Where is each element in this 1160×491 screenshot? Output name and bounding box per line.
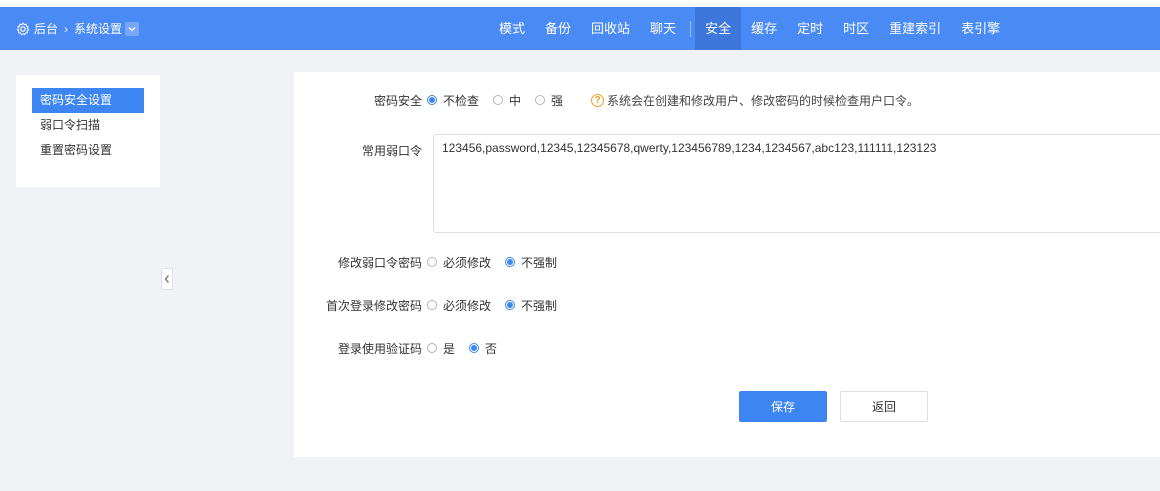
breadcrumb: 后台 › 系统设置 <box>16 7 140 50</box>
captcha-label: 登录使用验证码 <box>337 341 422 356</box>
sidebar-item-weak-scan[interactable]: 弱口令扫描 <box>32 113 144 138</box>
settings-form: 密码安全 不检查 中 强 ? 系统会在创建和修改用户、修改密码的时候检查用户口令… <box>294 72 1160 457</box>
radio-medium[interactable]: 中 <box>493 92 521 109</box>
nav-schedule[interactable]: 定时 <box>787 7 833 50</box>
radio-must-change[interactable]: 必须修改 <box>427 254 491 271</box>
nav-divider <box>690 20 692 37</box>
radio-captcha-no[interactable]: 否 <box>469 340 497 357</box>
radio-dot <box>505 257 516 267</box>
radio-label: 否 <box>485 341 498 356</box>
radio-dot <box>427 257 437 267</box>
radio-dot <box>505 300 516 310</box>
sidebar-item-reset-password[interactable]: 重置密码设置 <box>32 138 144 163</box>
radio-not-forced[interactable]: 不强制 <box>505 254 557 271</box>
captcha-row: 登录使用验证码 是 否 <box>294 338 511 358</box>
nav-security[interactable]: 安全 <box>695 7 742 50</box>
radio-label: 强 <box>551 93 564 108</box>
radio-dot <box>469 343 480 353</box>
radio-dot <box>427 95 437 105</box>
radio-first-login-not-forced[interactable]: 不强制 <box>505 297 557 314</box>
radio-dot <box>427 300 437 310</box>
weak-passwords-textarea[interactable]: 123456,password,12345,12345678,qwerty,12… <box>433 134 1160 233</box>
change-weak-row: 修改弱口令密码 必须修改 不强制 <box>294 252 571 272</box>
sidebar-collapse-button[interactable] <box>161 268 173 290</box>
radio-label: 不检查 <box>443 93 480 108</box>
radio-label: 是 <box>443 341 456 356</box>
change-weak-label: 修改弱口令密码 <box>337 255 422 270</box>
first-login-label: 首次登录修改密码 <box>325 298 422 313</box>
first-login-row: 首次登录修改密码 必须修改 不强制 <box>294 295 571 315</box>
radio-label: 不强制 <box>521 298 558 313</box>
radio-label: 必须修改 <box>443 255 492 270</box>
radio-dot <box>493 95 504 105</box>
radio-label: 必须修改 <box>443 298 492 313</box>
nav-cache[interactable]: 缓存 <box>741 7 787 50</box>
weak-passwords-row: 常用弱口令 <box>294 140 427 160</box>
nav-rebuild-index[interactable]: 重建索引 <box>879 7 951 50</box>
hint-text: 系统会在创建和修改用户、修改密码的时候检查用户口令。 <box>607 93 920 108</box>
nav-timezone[interactable]: 时区 <box>833 7 879 50</box>
sidebar-item-password-security[interactable]: 密码安全设置 <box>32 88 144 113</box>
nav-recycle-bin[interactable]: 回收站 <box>581 7 640 50</box>
password-strength-row: 密码安全 不检查 中 强 ? 系统会在创建和修改用户、修改密码的时候检查用户口令… <box>294 90 919 110</box>
nav-table-engine[interactable]: 表引擎 <box>951 7 1010 50</box>
password-strength-label: 密码安全 <box>373 93 422 108</box>
breadcrumb-separator-icon: › <box>64 21 69 36</box>
top-navbar: 后台 › 系统设置 模式 备份 回收站 聊天 安全 缓存 定时 时区 重建索引 … <box>0 7 1160 50</box>
breadcrumb-root[interactable]: 后台 <box>34 20 58 37</box>
save-button[interactable]: 保存 <box>739 391 827 422</box>
main-nav: 模式 备份 回收站 聊天 安全 缓存 定时 时区 重建索引 表引擎 <box>489 7 1010 50</box>
radio-label: 不强制 <box>521 255 558 270</box>
app-stage: 后台 › 系统设置 模式 备份 回收站 聊天 安全 缓存 定时 时区 重建索引 … <box>0 7 1160 491</box>
nav-mode[interactable]: 模式 <box>489 7 535 50</box>
back-button[interactable]: 返回 <box>840 391 928 422</box>
chevron-left-icon <box>164 275 169 283</box>
weak-passwords-label: 常用弱口令 <box>361 143 422 158</box>
radio-dot <box>427 343 437 353</box>
chevron-down-icon[interactable] <box>125 21 140 36</box>
breadcrumb-current[interactable]: 系统设置 <box>74 20 122 37</box>
radio-label: 中 <box>509 93 522 108</box>
radio-strong[interactable]: 强 <box>535 92 563 109</box>
question-icon: ? <box>591 93 605 107</box>
gear-icon <box>16 21 30 36</box>
nav-chat[interactable]: 聊天 <box>640 7 686 50</box>
radio-dot <box>535 95 546 105</box>
radio-captcha-yes[interactable]: 是 <box>427 340 455 357</box>
nav-backup[interactable]: 备份 <box>535 7 581 50</box>
password-strength-hint: ? 系统会在创建和修改用户、修改密码的时候检查用户口令。 <box>591 92 919 109</box>
radio-first-login-must-change[interactable]: 必须修改 <box>427 297 491 314</box>
sidebar: 密码安全设置 弱口令扫描 重置密码设置 <box>16 75 160 187</box>
radio-no-check[interactable]: 不检查 <box>427 92 479 109</box>
